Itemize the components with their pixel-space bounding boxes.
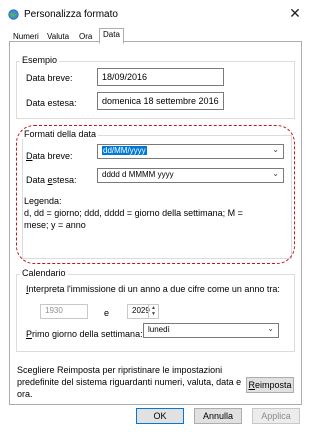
reimposta-button[interactable]: Reimposta xyxy=(246,377,294,393)
year-to-stepper[interactable]: 2029 ▲ ▼ xyxy=(127,304,159,319)
reset-text-line-2: predefinite del sistema riguardanti nume… xyxy=(17,377,242,387)
reset-text-line-3: ora. xyxy=(17,389,33,399)
cancel-button[interactable]: Annulla xyxy=(194,408,242,424)
esempio-heading: Esempio xyxy=(20,55,60,65)
tab-data[interactable]: Data xyxy=(99,28,124,44)
spin-arrows-icon[interactable]: ▲ ▼ xyxy=(148,305,158,318)
chevron-down-icon: ⌄ xyxy=(267,324,274,333)
annotation-highlight xyxy=(16,125,295,264)
first-day-combo[interactable]: lunedì ⌄ xyxy=(143,323,279,338)
reset-text-line-1: Scegliere Reimposta per ripristinare le … xyxy=(17,365,223,375)
first-day-value: lunedì xyxy=(148,325,170,334)
year-from-field: 1930 xyxy=(40,304,88,319)
title-bar: Personalizza formato ✕ xyxy=(0,0,310,28)
ok-button[interactable]: OK xyxy=(136,408,184,424)
globe-icon xyxy=(8,9,19,20)
tab-strip: Numeri Valuta Ora Data xyxy=(9,28,301,44)
calendario-heading: Calendario xyxy=(20,268,68,278)
two-digit-year-text: Interpreta l'immissione di un anno a due… xyxy=(26,284,280,294)
window-title: Personalizza formato xyxy=(24,9,118,20)
and-label: e xyxy=(104,308,110,318)
esempio-short-value: 18/09/2016 xyxy=(97,68,224,86)
close-icon[interactable]: ✕ xyxy=(288,6,302,20)
esempio-short-label: Data breve: xyxy=(26,73,73,83)
esempio-long-label: Data estesa: xyxy=(26,98,77,108)
esempio-long-value: domenica 18 settembre 2016 xyxy=(97,92,224,110)
apply-button[interactable]: Applica xyxy=(252,408,300,424)
first-day-label: Primo giorno della settimana: xyxy=(26,329,143,339)
